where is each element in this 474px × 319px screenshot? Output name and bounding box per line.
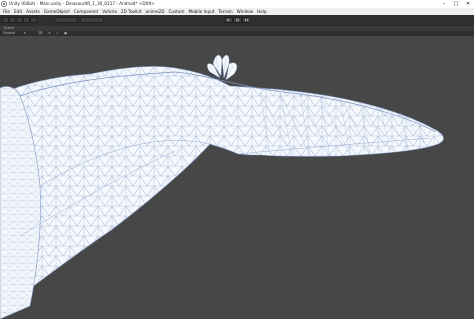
menu-item-window[interactable]: Window <box>237 8 254 15</box>
menu-item-file[interactable]: File <box>3 8 10 15</box>
menu-item-assets[interactable]: Assets <box>26 8 40 15</box>
rotate-tool-button[interactable] <box>16 17 23 23</box>
wing-triangulation <box>0 66 444 314</box>
pause-button[interactable] <box>233 17 242 23</box>
wing-claw-mesh <box>206 54 238 81</box>
window-titlebar: Unity (64bit) - Main.unity - DinosaurAR_… <box>0 0 474 8</box>
global-toggle[interactable] <box>80 17 104 23</box>
menu-item-anime2d[interactable]: anime2D <box>146 8 165 15</box>
pivot-toggle[interactable] <box>54 17 78 23</box>
unity-app-icon <box>1 1 7 7</box>
move-tool-button[interactable] <box>9 17 16 23</box>
rect-tool-button[interactable] <box>30 17 37 23</box>
play-button[interactable] <box>224 17 233 23</box>
maximize-icon[interactable]: □ <box>450 0 462 8</box>
play-icon <box>227 18 230 22</box>
pterosaur-wireframe-mesh <box>0 54 444 319</box>
pause-icon <box>236 18 239 22</box>
shading-mode-dropdown[interactable]: Shaded <box>3 31 15 35</box>
menu-item-component[interactable]: Component <box>74 8 98 15</box>
menu-item-2d-toolkit[interactable]: 2D Toolkit <box>121 8 142 15</box>
minimize-icon[interactable]: – <box>438 0 450 8</box>
menu-item-custom[interactable]: Custom <box>168 8 184 15</box>
menu-item-vuforia[interactable]: Vuforia <box>102 8 117 15</box>
menu-item-gameobject[interactable]: GameObject <box>44 8 70 15</box>
menu-item-edit[interactable]: Edit <box>14 8 22 15</box>
close-icon[interactable]: ✕ <box>462 0 474 8</box>
step-button[interactable] <box>242 17 251 23</box>
step-icon <box>245 18 249 22</box>
menu-item-help[interactable]: Help <box>257 8 267 15</box>
menu-item-terrain[interactable]: Terrain <box>218 8 232 15</box>
window-title: Unity (64bit) - Main.unity - DinosaurAR_… <box>9 1 155 6</box>
scene-tab-label: Scene <box>4 26 14 30</box>
scale-tool-button[interactable] <box>23 17 30 23</box>
menu-item-mobile-input[interactable]: Mobile Input <box>189 8 215 15</box>
hand-tool-button[interactable] <box>2 17 9 23</box>
menu-bar: File Edit Assets GameObject Component Vu… <box>0 8 474 15</box>
scene-viewport[interactable] <box>0 36 474 319</box>
